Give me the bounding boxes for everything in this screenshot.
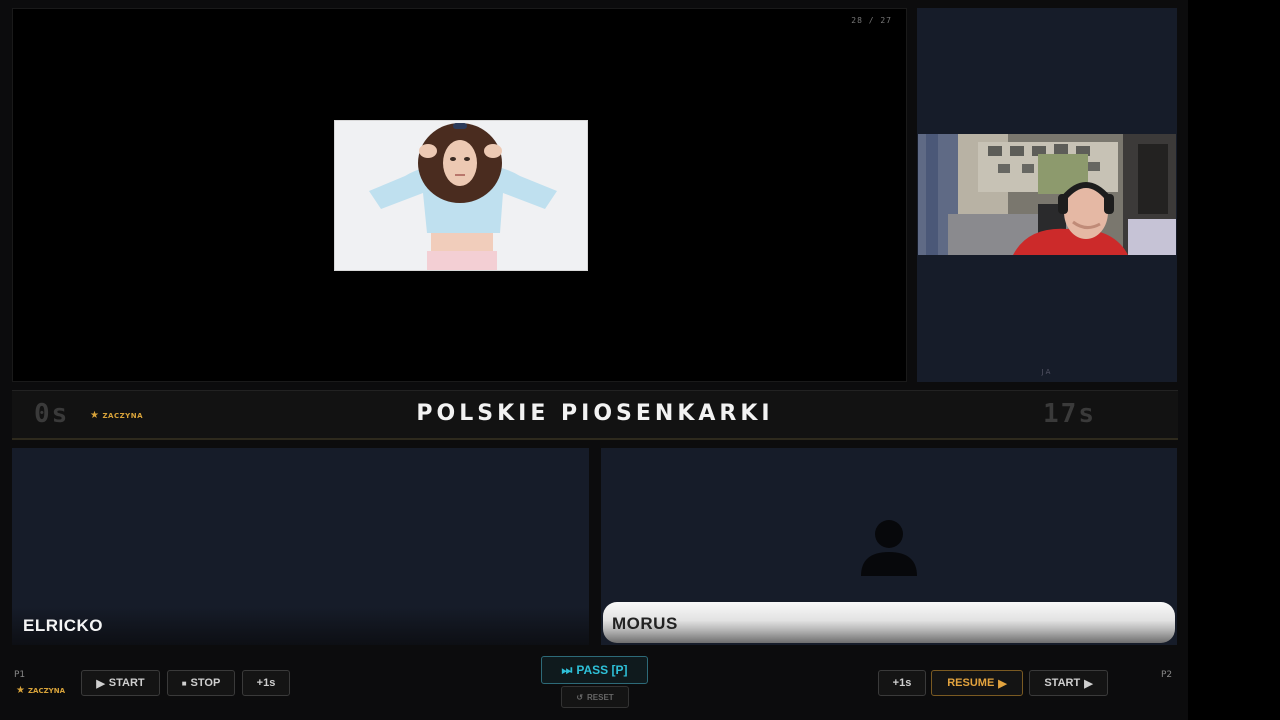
reset-icon: ↺: [576, 692, 584, 702]
controls-bar: P1 ★ ZACZYNA ▶ START ■ STOP +1s ⏭ PASS [P] ↺…: [0, 652, 1188, 720]
player2-label: P2: [1161, 670, 1173, 680]
play-icon: ▶: [998, 677, 1007, 690]
player1-starts-label: ZACZYNA: [27, 687, 66, 695]
webcam-panel: JA: [917, 8, 1177, 382]
skip-icon: ⏭: [561, 662, 573, 677]
p1-plus-second-button[interactable]: +1s: [242, 670, 290, 696]
singer-photo-image: [335, 121, 587, 270]
p2-timer: 17s: [1043, 399, 1096, 429]
p2-start-button[interactable]: START ▶: [1029, 670, 1108, 696]
p1-stop-button[interactable]: ■ STOP: [167, 670, 235, 696]
reset-button[interactable]: ↺ RESET: [561, 686, 629, 708]
p1-start-button[interactable]: ▶ START: [81, 670, 160, 696]
player1-label: P1: [14, 670, 26, 680]
stop-icon: ■: [181, 678, 187, 688]
p2-resume-button[interactable]: RESUME ▶: [931, 670, 1023, 696]
star-icon: ★: [16, 685, 25, 696]
right-black-strip: [1188, 0, 1280, 720]
p2-plus-second-button[interactable]: +1s: [878, 670, 926, 696]
webcam-caption: JA: [1041, 368, 1053, 376]
user-icon: [859, 518, 919, 578]
category-title: POLSKIE PIOSENKARKI: [416, 401, 774, 426]
player1-name: ELRICKO: [23, 616, 103, 635]
player2-name: MORUS: [612, 614, 678, 633]
player2-name-bar: MORUS: [603, 602, 1175, 643]
player1-starts-indicator: ★ ZACZYNA: [16, 685, 65, 696]
question-panel: 28 / 27: [12, 8, 907, 382]
question-counter: 28 / 27: [851, 16, 892, 25]
question-photo: [334, 120, 588, 271]
player1-panel: ELRICKO: [12, 448, 589, 645]
play-icon: ▶: [96, 677, 105, 690]
webcam-image: [918, 134, 1176, 255]
player2-panel: MORUS: [601, 448, 1177, 645]
game-stage: 28 / 27 JA 0s ★ ZACZYNA POLSKIE PIOSENKA…: [0, 0, 1280, 720]
play-icon: ▶: [1084, 677, 1093, 690]
webcam-feed: [918, 134, 1176, 255]
pass-button[interactable]: ⏭ PASS [P]: [541, 656, 648, 684]
timer-bar: 0s ★ ZACZYNA POLSKIE PIOSENKARKI 17s: [12, 390, 1178, 440]
